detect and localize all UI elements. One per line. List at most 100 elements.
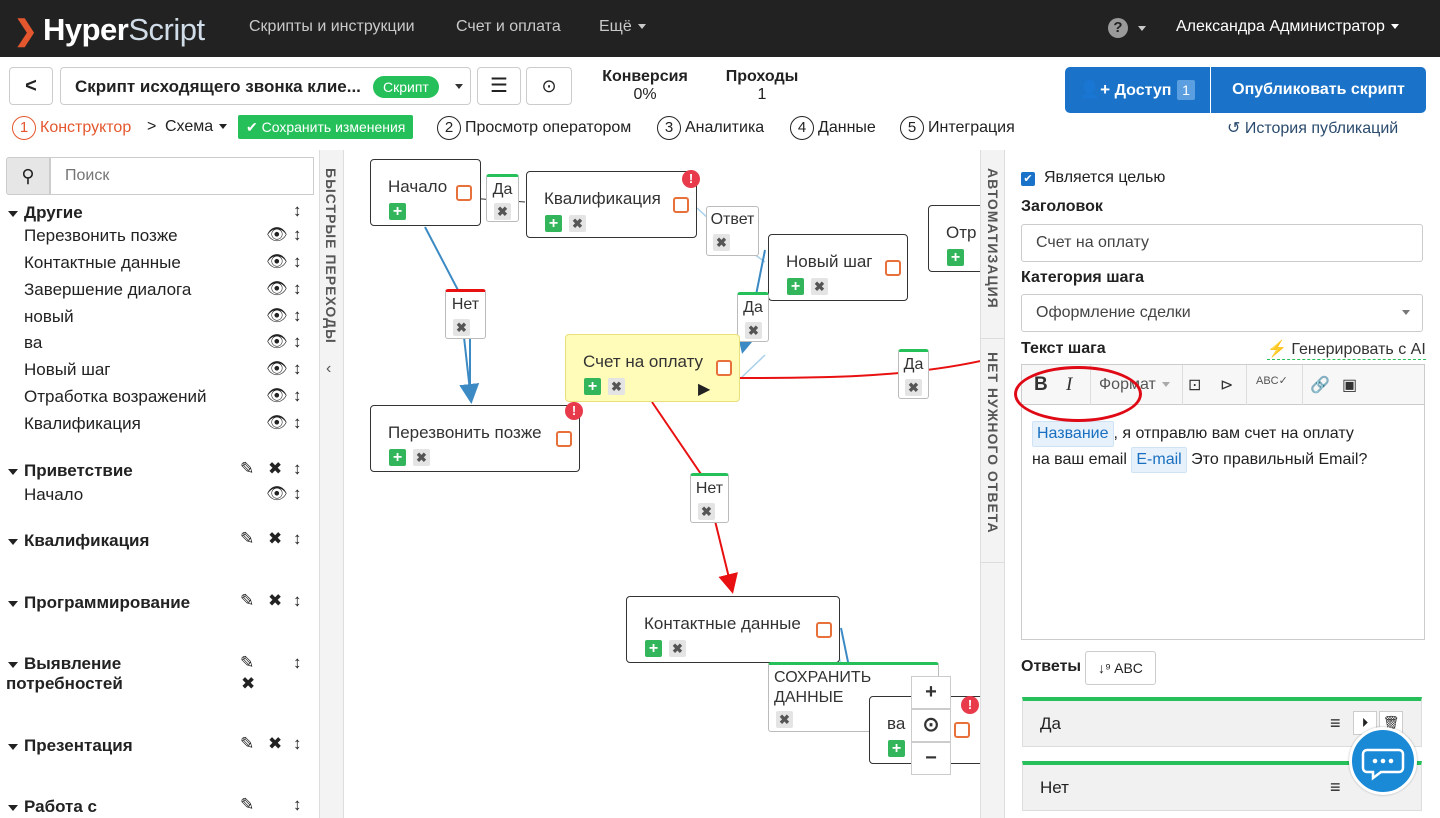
edit-icon[interactable]: ✎ xyxy=(240,795,254,815)
delete-icon[interactable]: ✖ xyxy=(669,640,686,657)
back-button[interactable]: < xyxy=(9,67,53,105)
sidebar-item[interactable]: Новый шаг xyxy=(24,360,111,380)
drag-handle-icon[interactable]: ↕ xyxy=(293,653,302,673)
group-presentation[interactable]: Презентация xyxy=(8,736,133,756)
publish-script-button[interactable]: Опубликовать скрипт xyxy=(1211,67,1426,113)
eye-icon[interactable]: 👁 xyxy=(266,359,288,379)
tab-constructor[interactable]: 1 Конструктор xyxy=(12,116,131,140)
delete-edge-icon[interactable]: ✖ xyxy=(453,319,470,336)
checkbox-icon[interactable] xyxy=(673,197,689,213)
node-callback[interactable]: Перезвонить позже + ✖ xyxy=(370,405,580,472)
add-icon[interactable]: + xyxy=(389,203,406,220)
sidebar-item[interactable]: Квалификация xyxy=(24,414,141,434)
edge-label-no[interactable]: Нет ✖ xyxy=(445,289,486,339)
checkbox-icon[interactable] xyxy=(816,622,832,638)
drag-handle-icon[interactable]: ↕ xyxy=(293,201,302,221)
nav-billing-link[interactable]: Счет и оплата xyxy=(456,18,561,36)
drag-handle-icon[interactable]: ↕ xyxy=(293,279,302,299)
drag-handle-icon[interactable]: ↕ xyxy=(293,484,302,504)
add-icon[interactable]: + xyxy=(389,449,406,466)
checkbox-icon[interactable] xyxy=(556,431,572,447)
edit-icon[interactable]: ✎ xyxy=(240,653,254,673)
search-input[interactable] xyxy=(50,157,314,195)
group-programming[interactable]: Программирование xyxy=(8,593,190,613)
sidebar-item[interactable]: Начало xyxy=(24,485,83,505)
menu-icon[interactable]: ☰ xyxy=(477,67,521,105)
delete-icon[interactable]: ✖ xyxy=(268,734,282,754)
logo[interactable]: ❯ HyperScript xyxy=(14,12,205,48)
chat-widget-button[interactable] xyxy=(1349,727,1417,795)
delete-edge-icon[interactable]: ✖ xyxy=(776,711,793,728)
tab-analytics[interactable]: 3 Аналитика xyxy=(657,116,764,140)
node-invoice-selected[interactable]: Счет на оплату + ✖ ▶ xyxy=(565,334,740,402)
media-icon[interactable]: ⊳ xyxy=(1220,375,1233,395)
script-selector[interactable]: Скрипт исходящего звонка клие... Скрипт xyxy=(60,67,471,105)
add-icon[interactable]: + xyxy=(584,378,601,395)
search-icon[interactable]: ⚲ xyxy=(6,157,50,195)
editor-content[interactable]: Название, я отправлю вам счет на оплату … xyxy=(1032,421,1418,473)
chevron-down-icon[interactable] xyxy=(1132,20,1146,38)
edit-icon[interactable]: ✎ xyxy=(240,734,254,754)
group-other[interactable]: Другие xyxy=(8,203,83,223)
add-icon[interactable]: + xyxy=(545,215,562,232)
insert-block-icon[interactable]: ⊡ xyxy=(1188,375,1201,395)
drag-handle-icon[interactable]: ↕ xyxy=(293,225,302,245)
category-select[interactable]: Оформление сделки xyxy=(1021,294,1423,332)
eye-icon[interactable]: 👁 xyxy=(266,332,288,352)
edit-icon[interactable]: ✎ xyxy=(240,591,254,611)
edit-icon[interactable]: ✎ xyxy=(240,529,254,549)
sidebar-item[interactable]: Отработка возражений xyxy=(24,387,207,407)
collapse-icon[interactable]: ‹ xyxy=(326,360,331,378)
sidebar-item[interactable]: ва xyxy=(24,333,42,353)
delete-icon[interactable]: ✖ xyxy=(569,215,586,232)
delete-edge-icon[interactable]: ✖ xyxy=(698,503,715,520)
drag-handle-icon[interactable]: ↕ xyxy=(293,734,302,754)
variable-tag[interactable]: E-mail xyxy=(1131,447,1187,473)
group-needs[interactable]: Выявление xyxy=(8,654,121,674)
edge-label-yes[interactable]: Да ✖ xyxy=(486,174,519,222)
drag-handle-icon[interactable]: ↕ xyxy=(293,529,302,549)
eye-icon[interactable]: 👁 xyxy=(266,413,288,433)
delete-icon[interactable]: ✖ xyxy=(268,459,282,479)
node-start[interactable]: Начало + xyxy=(370,159,481,226)
sidebar-item[interactable]: Перезвонить позже xyxy=(24,226,178,246)
group-qualification[interactable]: Квалификация xyxy=(8,531,149,551)
add-icon[interactable]: + xyxy=(645,640,662,657)
delete-icon[interactable]: ✖ xyxy=(608,378,625,395)
delete-icon[interactable]: ✖ xyxy=(413,449,430,466)
checkbox-icon[interactable] xyxy=(456,185,472,201)
eye-icon[interactable]: 👁 xyxy=(266,252,288,272)
menu-icon[interactable]: ≡ xyxy=(1330,777,1341,798)
eye-icon[interactable]: 👁 xyxy=(266,306,288,326)
menu-icon[interactable]: ≡ xyxy=(1330,713,1341,734)
group-greeting[interactable]: Приветствие xyxy=(8,461,133,481)
title-input[interactable] xyxy=(1021,224,1423,262)
edge-label-yes[interactable]: Да ✖ xyxy=(898,349,929,399)
checkbox-icon[interactable] xyxy=(885,260,901,276)
node-objections[interactable]: Отр + xyxy=(928,205,980,272)
delete-icon[interactable]: ✖ xyxy=(811,278,828,295)
link-icon[interactable]: 🔗 xyxy=(1310,375,1330,395)
drag-handle-icon[interactable]: ↕ xyxy=(293,413,302,433)
delete-edge-icon[interactable]: ✖ xyxy=(745,322,762,339)
add-icon[interactable]: + xyxy=(787,278,804,295)
access-button[interactable]: 👤+ Доступ 1 xyxy=(1065,67,1210,113)
tab-integration[interactable]: 5 Интеграция xyxy=(900,116,1015,140)
target-icon[interactable]: ⊙ xyxy=(526,67,572,105)
delete-icon[interactable]: ✖ xyxy=(268,529,282,549)
group-objections[interactable]: Работа с xyxy=(8,797,97,817)
node-qualification[interactable]: Квалификация + ✖ xyxy=(526,171,697,238)
tab-operator-view[interactable]: 2 Просмотр оператором xyxy=(437,116,631,140)
checkbox-icon[interactable] xyxy=(954,722,970,738)
generate-ai-link[interactable]: ⚡ Генерировать с AI xyxy=(1267,339,1426,360)
save-changes-button[interactable]: ✔ Сохранить изменения xyxy=(238,115,414,139)
edit-icon[interactable]: ✎ xyxy=(240,459,254,479)
add-icon[interactable]: + xyxy=(888,740,905,757)
sort-abc-button[interactable]: ↓⁹ ABC xyxy=(1085,651,1156,685)
flow-canvas[interactable]: Начало + Да ✖ Квалификация + ✖ ! Ответ ✖ Н… xyxy=(345,150,980,818)
nav-more-menu[interactable]: Ещё xyxy=(599,18,646,36)
edge-label-yes[interactable]: Да ✖ xyxy=(737,292,769,342)
add-icon[interactable]: + xyxy=(947,249,964,266)
delete-icon[interactable]: ✖ xyxy=(268,591,282,611)
edge-label-no[interactable]: Нет ✖ xyxy=(690,473,729,523)
